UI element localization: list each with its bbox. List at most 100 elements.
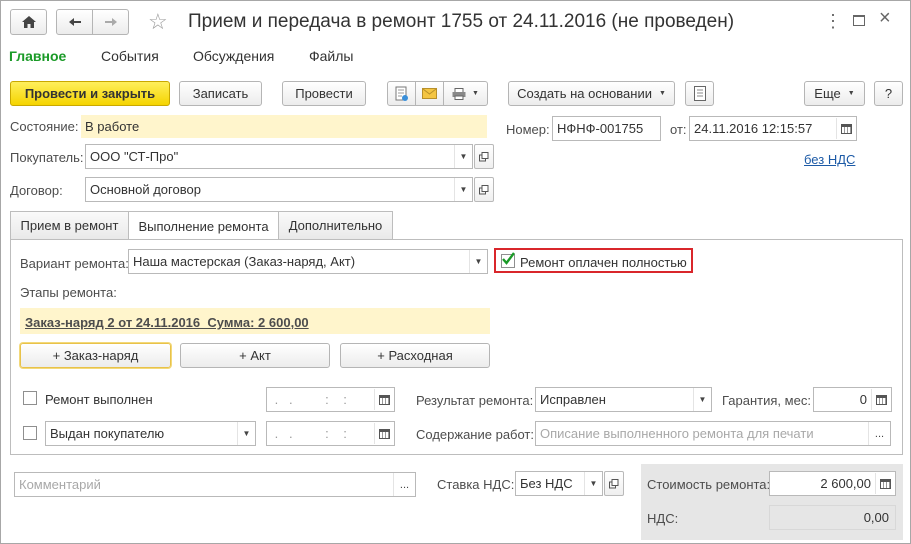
maximize-icon[interactable] [853, 15, 865, 26]
documents-button[interactable] [387, 81, 416, 106]
warranty-field[interactable]: 0 [813, 387, 892, 412]
chevron-down-icon[interactable]: ▼ [454, 178, 472, 201]
add-expense-button[interactable]: + Расходная [340, 343, 490, 368]
contract-label: Договор: [10, 183, 63, 198]
vat-rate-label: Ставка НДС: [437, 477, 515, 492]
contract-text: Основной договор [90, 182, 201, 197]
chevron-down-icon[interactable]: ▼ [584, 472, 602, 495]
cost-field[interactable]: 2 600,00 [769, 471, 896, 496]
handover-date[interactable]: . . : : [266, 421, 395, 446]
post-button[interactable]: Провести [282, 81, 366, 106]
back-button[interactable] [56, 9, 93, 35]
vat-value: 0,00 [863, 510, 889, 525]
post-and-close-button[interactable]: Провести и закрыть [10, 81, 170, 106]
ellipsis-button[interactable]: ... [393, 473, 415, 496]
variant-field[interactable]: Наша мастерская (Заказ-наряд, Акт) ▼ [128, 249, 488, 274]
paid-fully-label[interactable]: Ремонт оплачен полностью [520, 255, 687, 270]
tab-additional[interactable]: Дополнительно [278, 211, 393, 239]
stage-link[interactable]: Заказ-наряд 2 от 24.11.2016 Сумма: 2 600… [25, 315, 309, 330]
works-placeholder: Описание выполненного ремонта для печати [540, 426, 814, 441]
date-field[interactable]: 24.11.2016 12:15:57 [689, 116, 857, 141]
chevron-down-icon[interactable]: ▼ [469, 250, 487, 273]
checkmark-icon [502, 252, 515, 265]
number-field[interactable]: НФНФ-001755 [552, 116, 661, 141]
chevron-down-icon: ▼ [658, 90, 666, 97]
home-button[interactable] [10, 9, 47, 35]
calendar-button[interactable] [374, 423, 394, 444]
calendar-icon [379, 428, 390, 439]
close-icon[interactable]: × [879, 7, 891, 30]
document-window: ☆ Прием и передача в ремонт 1755 от 24.1… [0, 0, 911, 544]
window-menu-icon[interactable]: ⋮ [824, 11, 842, 32]
repair-done-checkbox[interactable] [23, 391, 37, 405]
state-label: Состояние: [10, 119, 79, 134]
vat-rate-text: Без НДС [520, 476, 573, 491]
help-button[interactable]: ? [874, 81, 903, 106]
contract-open-button[interactable] [474, 177, 494, 202]
result-label: Результат ремонта: [416, 393, 534, 408]
warranty-text: 0 [859, 392, 867, 407]
document-create-icon [395, 86, 408, 101]
comment-field[interactable]: Комментарий ... [14, 472, 416, 497]
vat-rate-open-button[interactable] [604, 471, 624, 496]
vat-value-box: 0,00 [769, 505, 896, 530]
open-icon [479, 184, 489, 194]
report-icon [693, 86, 706, 101]
printer-icon [452, 87, 466, 100]
repair-done-date[interactable]: . . : : [266, 387, 395, 412]
contract-field[interactable]: Основной договор ▼ [85, 177, 473, 202]
vat-link[interactable]: без НДС [804, 152, 855, 167]
number-label: Номер: [506, 122, 550, 137]
calculator-button[interactable] [871, 389, 891, 410]
variant-text: Наша мастерская (Заказ-наряд, Акт) [133, 254, 356, 269]
vat-rate-field[interactable]: Без НДС ▼ [515, 471, 603, 496]
chevron-down-icon[interactable]: ▼ [237, 422, 255, 445]
result-field[interactable]: Исправлен ▼ [535, 387, 712, 412]
handover-checkbox[interactable] [23, 426, 37, 440]
buyer-label: Покупатель: [10, 150, 84, 165]
open-icon [479, 151, 489, 161]
handover-text: Выдан покупателю [50, 426, 165, 441]
nav-events[interactable]: События [101, 48, 159, 64]
ellipsis-button[interactable]: ... [868, 422, 890, 445]
calendar-button[interactable] [836, 118, 856, 139]
state-text: В работе [85, 119, 140, 134]
create-based-on-button[interactable]: Создать на основании ▼ [508, 81, 675, 106]
nav-main[interactable]: Главное [9, 48, 66, 64]
add-act-button[interactable]: + Акт [180, 343, 330, 368]
forward-button[interactable] [92, 9, 129, 35]
nav-files[interactable]: Файлы [309, 48, 353, 64]
calculator-icon [876, 394, 887, 405]
tab-reception[interactable]: Прием в ремонт [10, 211, 129, 239]
stages-label: Этапы ремонта: [20, 285, 117, 300]
chevron-down-icon[interactable]: ▼ [454, 145, 472, 168]
calendar-button[interactable] [374, 389, 394, 410]
date-label: от: [670, 122, 687, 137]
repair-done-label: Ремонт выполнен [45, 392, 153, 407]
handover-field[interactable]: Выдан покупателю ▼ [45, 421, 256, 446]
tab-repair-execution[interactable]: Выполнение ремонта [128, 211, 279, 240]
buyer-field[interactable]: ООО "СТ-Про" ▼ [85, 144, 473, 169]
calculator-button[interactable] [875, 473, 895, 494]
print-button[interactable]: ▼ [443, 81, 488, 106]
variant-label: Вариант ремонта: [20, 256, 129, 271]
create-based-on-label: Создать на основании [517, 86, 652, 101]
nav-discussions[interactable]: Обсуждения [193, 48, 274, 64]
report-button[interactable] [685, 81, 714, 106]
email-button[interactable] [415, 81, 444, 106]
favorite-star-icon[interactable]: ☆ [148, 10, 168, 34]
arrow-left-icon [68, 18, 81, 26]
date-mask: . . : : [271, 426, 355, 441]
more-button[interactable]: Еще ▼ [804, 81, 865, 106]
window-title: Прием и передача в ремонт 1755 от 24.11.… [188, 11, 735, 32]
add-work-order-button[interactable]: + Заказ-наряд [20, 343, 171, 368]
save-button[interactable]: Записать [179, 81, 262, 106]
comment-placeholder: Комментарий [19, 477, 101, 492]
buyer-open-button[interactable] [474, 144, 494, 169]
paid-fully-checkbox[interactable] [501, 252, 515, 268]
works-field[interactable]: Описание выполненного ремонта для печати… [535, 421, 891, 446]
chevron-down-icon[interactable]: ▼ [693, 388, 711, 411]
arrow-right-icon [104, 18, 117, 26]
chevron-down-icon: ▼ [472, 90, 479, 97]
vat-label: НДС: [647, 511, 679, 526]
